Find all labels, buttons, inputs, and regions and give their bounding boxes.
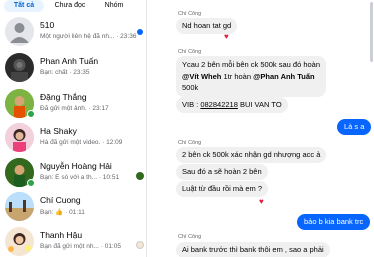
conversation-item[interactable]: Phan Anh Tuấn Bạn: chất · 23:35 — [0, 50, 146, 86]
message-line: 500k — [182, 83, 199, 92]
conversation-name: Chí Cuong — [40, 195, 81, 205]
chat-scrollbar[interactable] — [370, 2, 373, 62]
unread-dot-icon — [137, 29, 143, 35]
conversation-item[interactable]: Thanh Hậu Bạn đã gửi một nh... · 01:05 — [0, 224, 146, 257]
filter-tabs: Tất cả Chưa đọc Nhóm — [0, 0, 146, 12]
message-sender: Chí Công — [178, 234, 202, 240]
conversation-list: Tất cả Chưa đọc Nhóm 510 Một người liên … — [0, 0, 147, 257]
phone-link[interactable]: 082842218 — [200, 100, 238, 109]
avatar — [5, 123, 34, 152]
conversation-preview: Bạn đã gửi một nh... · 01:05 — [40, 243, 121, 250]
conversation-name: Nguyễn Hoàng Hải — [40, 161, 112, 171]
avatar — [5, 192, 34, 221]
my-message-bubble[interactable]: Là s a — [337, 119, 372, 135]
conversation-preview: Bạn: E sò với a th... · 10:51 — [40, 174, 120, 181]
avatar — [5, 17, 34, 46]
conversation-item[interactable]: Nguyễn Hoàng Hải Bạn: E sò với a th... ·… — [0, 155, 146, 191]
conversation-name: Phan Anh Tuấn — [40, 56, 99, 66]
heart-reaction-icon: ♥ — [259, 197, 264, 206]
conversation-item[interactable]: Đặng Thắng Đã gửi một ảnh. · 23:17 — [0, 86, 146, 122]
conversation-name: Đặng Thắng — [40, 92, 87, 102]
conversation-preview: Đã gửi một ảnh. · 23:17 — [40, 105, 109, 112]
conversation-item[interactable]: Chí Cuong Bạn: 👍 · 01:11 — [0, 189, 146, 225]
message-bubble[interactable]: Sau đó a sẽ hoàn 2 bên — [176, 164, 268, 180]
message-bubble[interactable]: Ycau 2 bên mỗi bên ck 500k sau đó hoàn @… — [176, 56, 327, 97]
chat-pane: Chí Công Nd hoan tat gd ♥ Chí Công Ycau … — [148, 0, 374, 257]
heart-reaction-icon: ♥ — [224, 32, 229, 41]
message-line: @Vít Wheh 1tr hoàn @Phan Anh Tuấn — [182, 71, 315, 81]
mention[interactable]: @Phan Anh Tuấn — [253, 72, 314, 81]
tab-groups[interactable]: Nhóm — [98, 0, 130, 12]
conversation-preview: Bạn: chất · 23:35 — [40, 69, 90, 76]
message-bubble[interactable]: Luật từ đầu rồi mà em ? — [176, 181, 269, 197]
conversation-item[interactable]: 510 Một người liên hệ đã nh... · 23:36 — [0, 14, 146, 50]
message-bubble[interactable]: VIB : 082842218 BUI VAN TO — [176, 97, 288, 113]
conversation-name: 510 — [40, 20, 55, 30]
seen-avatar-icon — [136, 241, 144, 249]
message-sender: Chí Công — [178, 11, 202, 17]
avatar — [5, 53, 34, 82]
tab-all[interactable]: Tất cả — [4, 0, 44, 12]
conversation-name: Thanh Hậu — [40, 230, 83, 240]
my-message-bubble[interactable]: bảo b kia bank trc — [297, 214, 371, 230]
conversation-preview: Một người liên hệ đã nh... · 23:36 — [40, 33, 137, 40]
mention[interactable]: @Vít Wheh — [182, 72, 221, 81]
message-bubble[interactable]: 2 bên ck 500k xác nhận gd nhượng acc ả — [176, 147, 327, 163]
online-status-icon — [27, 110, 35, 118]
message-sender: Chí Công — [178, 140, 202, 146]
seen-avatar-icon — [136, 172, 144, 180]
message-line: Ycau 2 bên mỗi bên ck 500k sau đó hoàn — [182, 60, 321, 69]
conversation-preview: Bạn: 👍 · 01:11 — [40, 209, 85, 216]
avatar — [5, 227, 34, 256]
message-bubble[interactable]: Ai bank trước thì bank thôi em , sao a p… — [176, 242, 330, 257]
thumbs-up-icon: 👍 — [55, 209, 64, 216]
conversation-name: Ha Shaky — [40, 126, 77, 136]
message-sender: Chí Công — [178, 49, 202, 55]
conversation-item[interactable]: Ha Shaky Hà đã gửi một video. · 12:09 — [0, 120, 146, 156]
online-status-icon — [27, 179, 35, 187]
tab-unread[interactable]: Chưa đọc — [50, 0, 90, 12]
conversation-preview: Hà đã gửi một video. · 12:09 — [40, 139, 123, 146]
